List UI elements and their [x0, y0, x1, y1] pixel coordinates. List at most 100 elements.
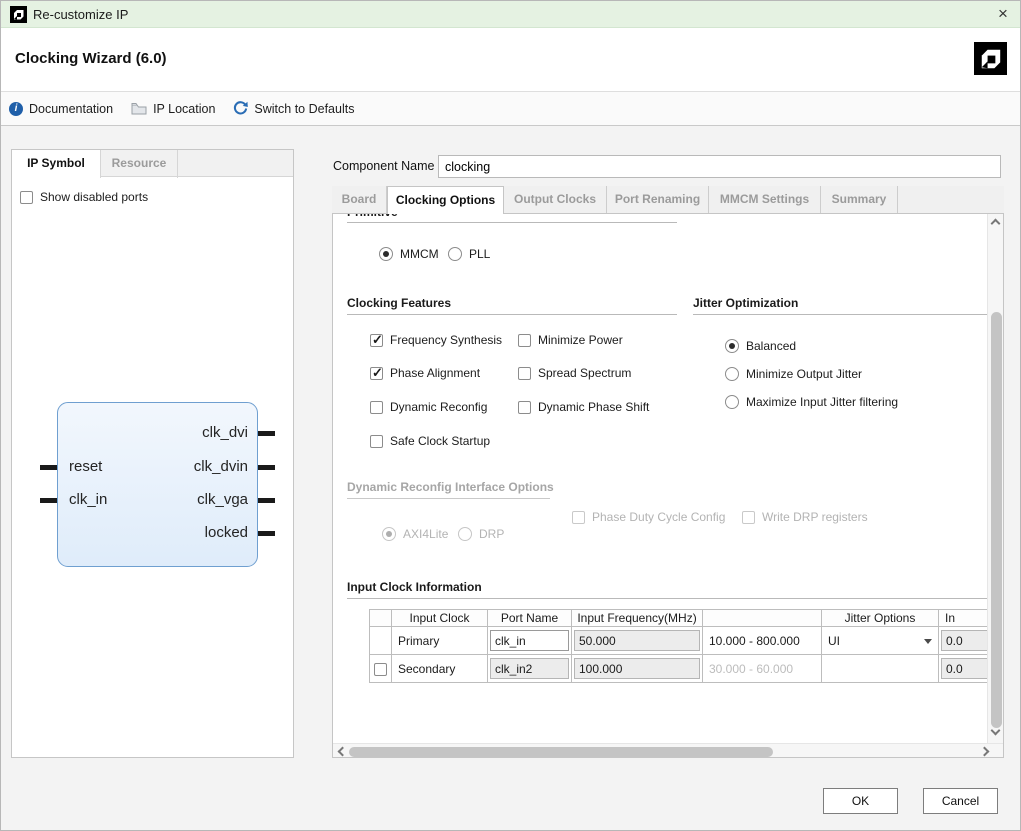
- pll-radio[interactable]: PLL: [448, 247, 490, 261]
- dialog-header: Clocking Wizard (6.0): [1, 28, 1021, 92]
- secondary-range: 30.000 - 60.000: [703, 655, 822, 683]
- primary-jitter-options-value: UI: [828, 634, 840, 648]
- table-header-row: Input Clock Port Name Input Frequency(MH…: [370, 610, 988, 627]
- ip-location-button[interactable]: IP Location: [131, 102, 215, 116]
- primary-input-frequency-input[interactable]: 50.000: [574, 630, 700, 651]
- tab-port-renaming[interactable]: Port Renaming: [607, 186, 709, 213]
- horizontal-scrollbar-thumb[interactable]: [349, 747, 773, 757]
- chevron-down-icon: [924, 639, 932, 648]
- vertical-scrollbar-thumb[interactable]: [991, 312, 1002, 728]
- primitive-underline: [347, 222, 677, 223]
- secondary-port-name-input[interactable]: clk_in2: [490, 658, 569, 679]
- clocking-options-panel: Primitive MMCM PLL Clocking Features Fre…: [332, 213, 1004, 758]
- vertical-scrollbar[interactable]: [987, 214, 1004, 743]
- switch-to-defaults-button[interactable]: Switch to Defaults: [233, 101, 354, 116]
- tab-output-clocks[interactable]: Output Clocks: [504, 186, 607, 213]
- minimize-output-jitter-label: Minimize Output Jitter: [746, 367, 862, 381]
- port-label-reset: reset: [69, 458, 102, 475]
- col-port-name: Port Name: [488, 610, 572, 627]
- secondary-input-jitter-input[interactable]: 0.0: [941, 658, 987, 679]
- dynamic-reconfig-checkbox[interactable]: Dynamic Reconfig: [370, 400, 487, 414]
- col-range: [703, 610, 822, 627]
- checkbox-icon: [374, 663, 387, 676]
- phase-duty-cycle-config-label: Phase Duty Cycle Config: [592, 510, 725, 524]
- dynamic-reconfig-options-underline: [347, 498, 550, 499]
- axi4lite-radio: AXI4Lite: [382, 527, 448, 541]
- dynamic-reconfig-label: Dynamic Reconfig: [390, 400, 487, 414]
- tab-clocking-options[interactable]: Clocking Options: [387, 186, 504, 214]
- checkbox-icon: [20, 191, 33, 204]
- scroll-right-icon[interactable]: [980, 747, 990, 757]
- window-title: Re-customize IP: [33, 1, 128, 28]
- checkbox-icon: [370, 334, 383, 347]
- dynamic-reconfig-options-heading: Dynamic Reconfig Interface Options: [347, 480, 554, 494]
- primary-select-cell: [370, 627, 392, 655]
- minimize-power-label: Minimize Power: [538, 333, 623, 347]
- balanced-radio[interactable]: Balanced: [725, 339, 796, 353]
- close-icon[interactable]: ×: [992, 1, 1014, 28]
- mmcm-radio[interactable]: MMCM: [379, 247, 439, 261]
- checkbox-icon: [518, 367, 531, 380]
- show-disabled-ports-checkbox[interactable]: Show disabled ports: [20, 190, 148, 204]
- safe-clock-startup-checkbox[interactable]: Safe Clock Startup: [370, 434, 490, 448]
- toolbar: i Documentation IP Location Switch to De…: [1, 92, 1021, 126]
- port-label-clk-dvi: clk_dvi: [112, 424, 248, 441]
- drp-radio: DRP: [458, 527, 504, 541]
- checkbox-icon: [518, 401, 531, 414]
- title-bar: Re-customize IP ×: [1, 1, 1021, 28]
- tab-summary[interactable]: Summary: [821, 186, 898, 213]
- port-label-clk-vga: clk_vga: [112, 491, 248, 508]
- xilinx-brand-logo: [974, 42, 1007, 75]
- ip-location-label: IP Location: [153, 102, 215, 116]
- clocking-features-underline: [347, 314, 677, 315]
- port-stub-clk-in: [40, 498, 57, 503]
- minimize-output-jitter-radio[interactable]: Minimize Output Jitter: [725, 367, 862, 381]
- frequency-synthesis-checkbox[interactable]: Frequency Synthesis: [370, 333, 502, 347]
- xilinx-logo-icon: [10, 6, 27, 23]
- radio-icon: [725, 339, 739, 353]
- write-drp-registers-checkbox: Write DRP registers: [742, 510, 868, 524]
- info-icon: i: [9, 102, 23, 116]
- primary-input-jitter-input[interactable]: 0.0: [941, 630, 987, 651]
- maximize-input-jitter-filtering-label: Maximize Input Jitter filtering: [746, 395, 898, 409]
- port-label-locked: locked: [112, 524, 248, 541]
- port-label-clk-dvin: clk_dvin: [112, 458, 248, 475]
- col-select: [370, 610, 392, 627]
- tab-ip-symbol[interactable]: IP Symbol: [12, 150, 101, 178]
- ip-symbol-panel: IP Symbol Resource Show disabled ports r…: [11, 149, 294, 758]
- dynamic-phase-shift-checkbox[interactable]: Dynamic Phase Shift: [518, 400, 649, 414]
- scroll-left-icon[interactable]: [338, 747, 348, 757]
- dynamic-phase-shift-label: Dynamic Phase Shift: [538, 400, 649, 414]
- input-clock-information-underline: [347, 598, 987, 599]
- scroll-up-icon[interactable]: [991, 219, 1001, 229]
- component-name-label: Component Name: [333, 155, 434, 177]
- component-name-input[interactable]: [438, 155, 1001, 178]
- port-label-clk-in: clk_in: [69, 491, 107, 508]
- spread-spectrum-checkbox[interactable]: Spread Spectrum: [518, 366, 631, 380]
- horizontal-scrollbar[interactable]: [333, 743, 1003, 758]
- page-title: Clocking Wizard (6.0): [15, 50, 167, 67]
- minimize-power-checkbox[interactable]: Minimize Power: [518, 333, 623, 347]
- phase-alignment-label: Phase Alignment: [390, 366, 480, 380]
- folder-icon: [131, 102, 147, 115]
- checkbox-icon: [518, 334, 531, 347]
- tab-board[interactable]: Board: [332, 186, 387, 213]
- cancel-button[interactable]: Cancel: [923, 788, 998, 814]
- maximize-input-jitter-filtering-radio[interactable]: Maximize Input Jitter filtering: [725, 395, 898, 409]
- tab-resource[interactable]: Resource: [101, 150, 178, 178]
- ok-button[interactable]: OK: [823, 788, 898, 814]
- clocking-features-heading: Clocking Features: [347, 296, 451, 310]
- balanced-label: Balanced: [746, 339, 796, 353]
- input-clock-information-heading: Input Clock Information: [347, 580, 482, 594]
- table-row-secondary: Secondary clk_in2 100.000 30.000 - 60.00…: [370, 655, 988, 683]
- primary-range: 10.000 - 800.000: [703, 627, 822, 655]
- tab-mmcm-settings[interactable]: MMCM Settings: [709, 186, 821, 213]
- secondary-input-frequency-input[interactable]: 100.000: [574, 658, 700, 679]
- documentation-label: Documentation: [29, 102, 113, 116]
- primary-jitter-options-dropdown[interactable]: UI: [822, 627, 939, 655]
- primary-port-name-input[interactable]: clk_in: [490, 630, 569, 651]
- jitter-optimization-heading: Jitter Optimization: [693, 296, 798, 310]
- secondary-select-cell[interactable]: [370, 655, 392, 683]
- documentation-button[interactable]: i Documentation: [9, 102, 113, 116]
- phase-alignment-checkbox[interactable]: Phase Alignment: [370, 366, 480, 380]
